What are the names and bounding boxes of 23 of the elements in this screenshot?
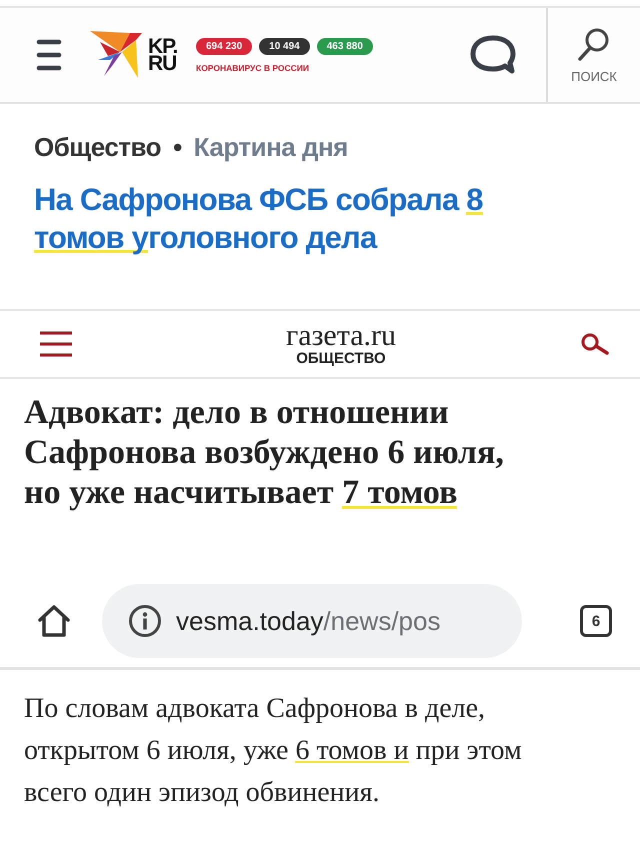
address-field[interactable]: vesma.today/news/pos — [102, 584, 522, 658]
headline: Адвокат: дело в отношении Сафронова возбуждено 6 июля, но уже насчитывает 7 томов — [23, 393, 505, 513]
home-icon[interactable] — [36, 603, 72, 639]
breadcrumb-separator: • — [173, 132, 182, 163]
chat-bubble-icon[interactable] — [470, 35, 516, 75]
article-paragraph: По словам адвоката Сафронова в деле, открытом 6 июля, уже 6 томов и при этом всего один эпизод обвинения. — [23, 692, 523, 810]
counter-badge: 10 494 — [259, 38, 310, 54]
info-icon[interactable] — [128, 604, 162, 638]
search-icon[interactable] — [580, 333, 610, 355]
covid-link[interactable]: КОРОНАВИРУС В РОССИИ — [196, 62, 373, 72]
counter-badge: 694 230 — [196, 38, 252, 54]
gazeta-logo[interactable]: газета.ru — [286, 322, 396, 350]
kp-logo[interactable]: KP. RU — [148, 38, 192, 72]
section-link[interactable]: Общество — [34, 132, 162, 163]
rubric-link[interactable]: Картина дня — [194, 132, 348, 163]
section-title: ОБЩЕСТВО — [296, 350, 386, 366]
tab-count-button[interactable]: 6 — [580, 605, 612, 637]
search-icon — [577, 26, 611, 62]
bird-logo-icon — [90, 30, 142, 80]
search-button[interactable]: ПОИСК — [546, 8, 640, 102]
menu-icon[interactable] — [40, 331, 72, 357]
menu-icon[interactable] — [36, 38, 62, 72]
counter-badge: 463 880 — [316, 38, 373, 54]
